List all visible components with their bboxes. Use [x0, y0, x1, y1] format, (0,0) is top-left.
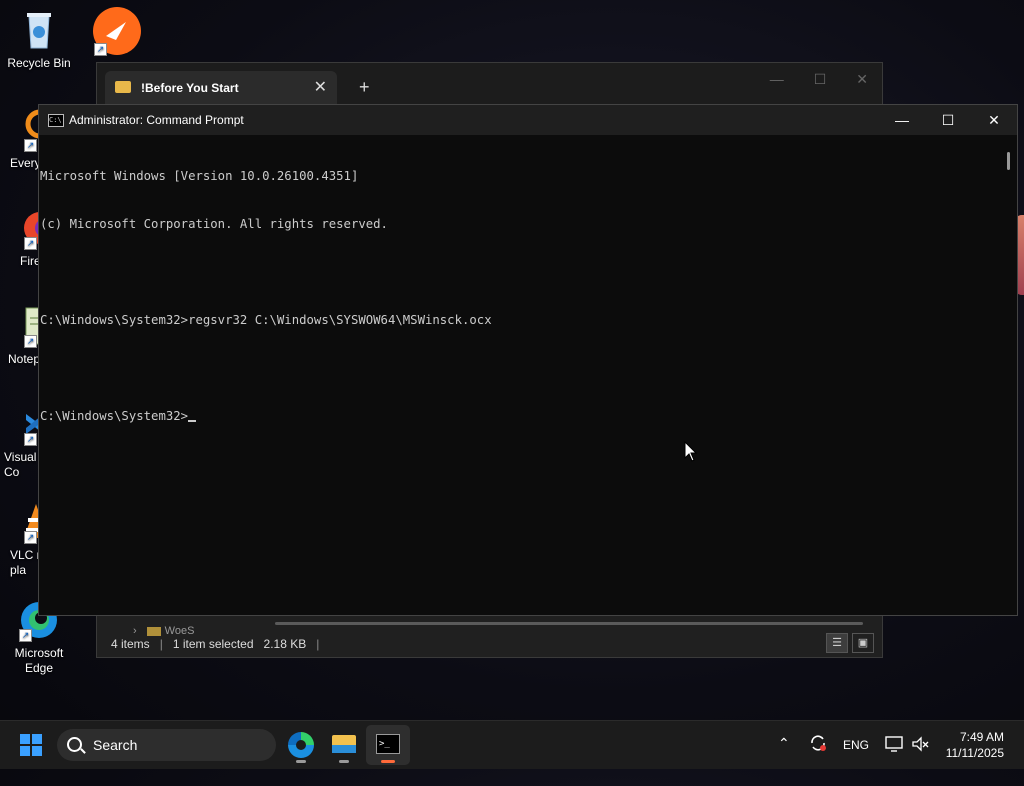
cmd-title-bar[interactable]: C:\ Administrator: Command Prompt — ☐ ✕: [39, 105, 1017, 135]
tray-display-icon[interactable]: [884, 734, 904, 782]
tray-sync-icon[interactable]: [808, 733, 828, 781]
running-indicator: [339, 760, 349, 763]
taskbar: Search >_ ⌃ ENG 7:49 AM 11/11/2025: [0, 720, 1024, 769]
desktop-icon-label: Microsoft Edge: [14, 646, 64, 675]
nav-tree-item[interactable]: › WoeS: [133, 625, 194, 637]
windows-logo-pane: [32, 734, 42, 744]
horizontal-scrollbar[interactable]: [275, 622, 863, 625]
explorer-maximize-button[interactable]: ☐: [814, 71, 827, 88]
windows-logo-pane: [20, 746, 30, 756]
taskbar-file-explorer[interactable]: [327, 728, 361, 763]
running-indicator: [381, 760, 395, 763]
status-size: 2.18 KB: [263, 637, 307, 651]
scrollbar-thumb[interactable]: [1007, 152, 1010, 170]
taskbar-command-prompt[interactable]: >_: [371, 728, 405, 763]
status-separator: |: [316, 637, 320, 651]
tray-language[interactable]: ENG: [843, 738, 869, 786]
cmd-app-icon: C:\: [48, 114, 64, 127]
shortcut-arrow-icon: ↗: [24, 531, 37, 544]
explorer-tab[interactable]: !Before You Start ✕: [105, 71, 337, 105]
cmd-maximize-button[interactable]: ☐: [925, 105, 971, 135]
shortcut-arrow-icon: ↗: [24, 335, 37, 348]
taskbar-edge[interactable]: [284, 728, 318, 763]
text-cursor: [188, 420, 197, 422]
search-label: Search: [93, 737, 138, 753]
status-separator: |: [159, 637, 163, 651]
explorer-close-button[interactable]: ✕: [856, 71, 868, 88]
recycle-bin-icon: [17, 8, 61, 52]
tab-close-button[interactable]: ✕: [314, 77, 327, 97]
explorer-window-controls: — ☐ ✕: [770, 71, 868, 88]
explorer-tab-bar: !Before You Start ✕ + — ☐ ✕: [97, 63, 882, 105]
edge-icon: [288, 732, 314, 758]
new-tab-button[interactable]: +: [359, 77, 370, 98]
console-output[interactable]: Microsoft Windows [Version 10.0.26100.43…: [39, 136, 1001, 615]
windows-logo-icon: [20, 734, 30, 744]
nav-tree-label: WoeS: [164, 625, 195, 637]
taskbar-clock[interactable]: 7:49 AM 11/11/2025: [946, 729, 1004, 761]
console-prompt: C:\Windows\System32>: [40, 409, 189, 423]
cmd-close-button[interactable]: ✕: [971, 105, 1017, 135]
shortcut-arrow-icon: ↗: [24, 433, 37, 446]
tiles-view-button[interactable]: ▣: [852, 633, 874, 653]
status-selected: 1 item selected: [172, 637, 254, 651]
chevron-right-icon: ›: [133, 625, 137, 637]
clock-date: 11/11/2025: [945, 746, 1004, 760]
explorer-status-bar: 4 items | 1 item selected 2.18 KB |: [111, 637, 319, 651]
shortcut-arrow-icon: ↗: [24, 139, 37, 152]
shortcut-arrow-icon: ↗: [19, 629, 32, 642]
console-prompt-line[interactable]: C:\Windows\System32>: [40, 408, 1001, 424]
console-line: Microsoft Windows [Version 10.0.26100.43…: [40, 169, 359, 183]
status-item-count: 4 items: [111, 637, 150, 651]
clock-time: 7:49 AM: [959, 730, 1004, 744]
cmd-minimize-button[interactable]: —: [879, 105, 925, 135]
start-button[interactable]: [20, 734, 42, 756]
tray-chevron-up-icon[interactable]: ⌃: [778, 735, 790, 783]
cmd-window-controls: — ☐ ✕: [879, 105, 1017, 135]
shortcut-arrow-icon: ↗: [94, 43, 107, 56]
tray-network-volume-icon[interactable]: [910, 734, 930, 782]
command-prompt-window[interactable]: C:\ Administrator: Command Prompt — ☐ ✕ …: [38, 104, 1018, 616]
taskbar-search[interactable]: Search: [57, 729, 276, 761]
search-icon: [67, 737, 82, 752]
explorer-minimize-button[interactable]: —: [770, 71, 784, 88]
cmd-window-title: Administrator: Command Prompt: [69, 113, 244, 127]
folder-icon: [146, 626, 161, 636]
details-view-button[interactable]: ☰: [826, 633, 848, 653]
terminal-icon: >_: [376, 734, 400, 754]
folder-icon: [115, 81, 131, 93]
orange-app-icon: ↗: [92, 6, 142, 56]
console-line: (c) Microsoft Corporation. All rights re…: [40, 217, 388, 231]
explorer-tab-title: !Before You Start: [141, 81, 239, 95]
windows-logo-pane: [32, 746, 42, 756]
shortcut-arrow-icon: ↗: [24, 237, 37, 250]
file-explorer-icon: [332, 735, 356, 753]
view-toggle: ☰ ▣: [826, 633, 874, 653]
running-indicator: [296, 760, 306, 763]
console-line: C:\Windows\System32>regsvr32 C:\Windows\…: [40, 313, 492, 327]
console-vertical-scrollbar[interactable]: [1001, 136, 1017, 615]
